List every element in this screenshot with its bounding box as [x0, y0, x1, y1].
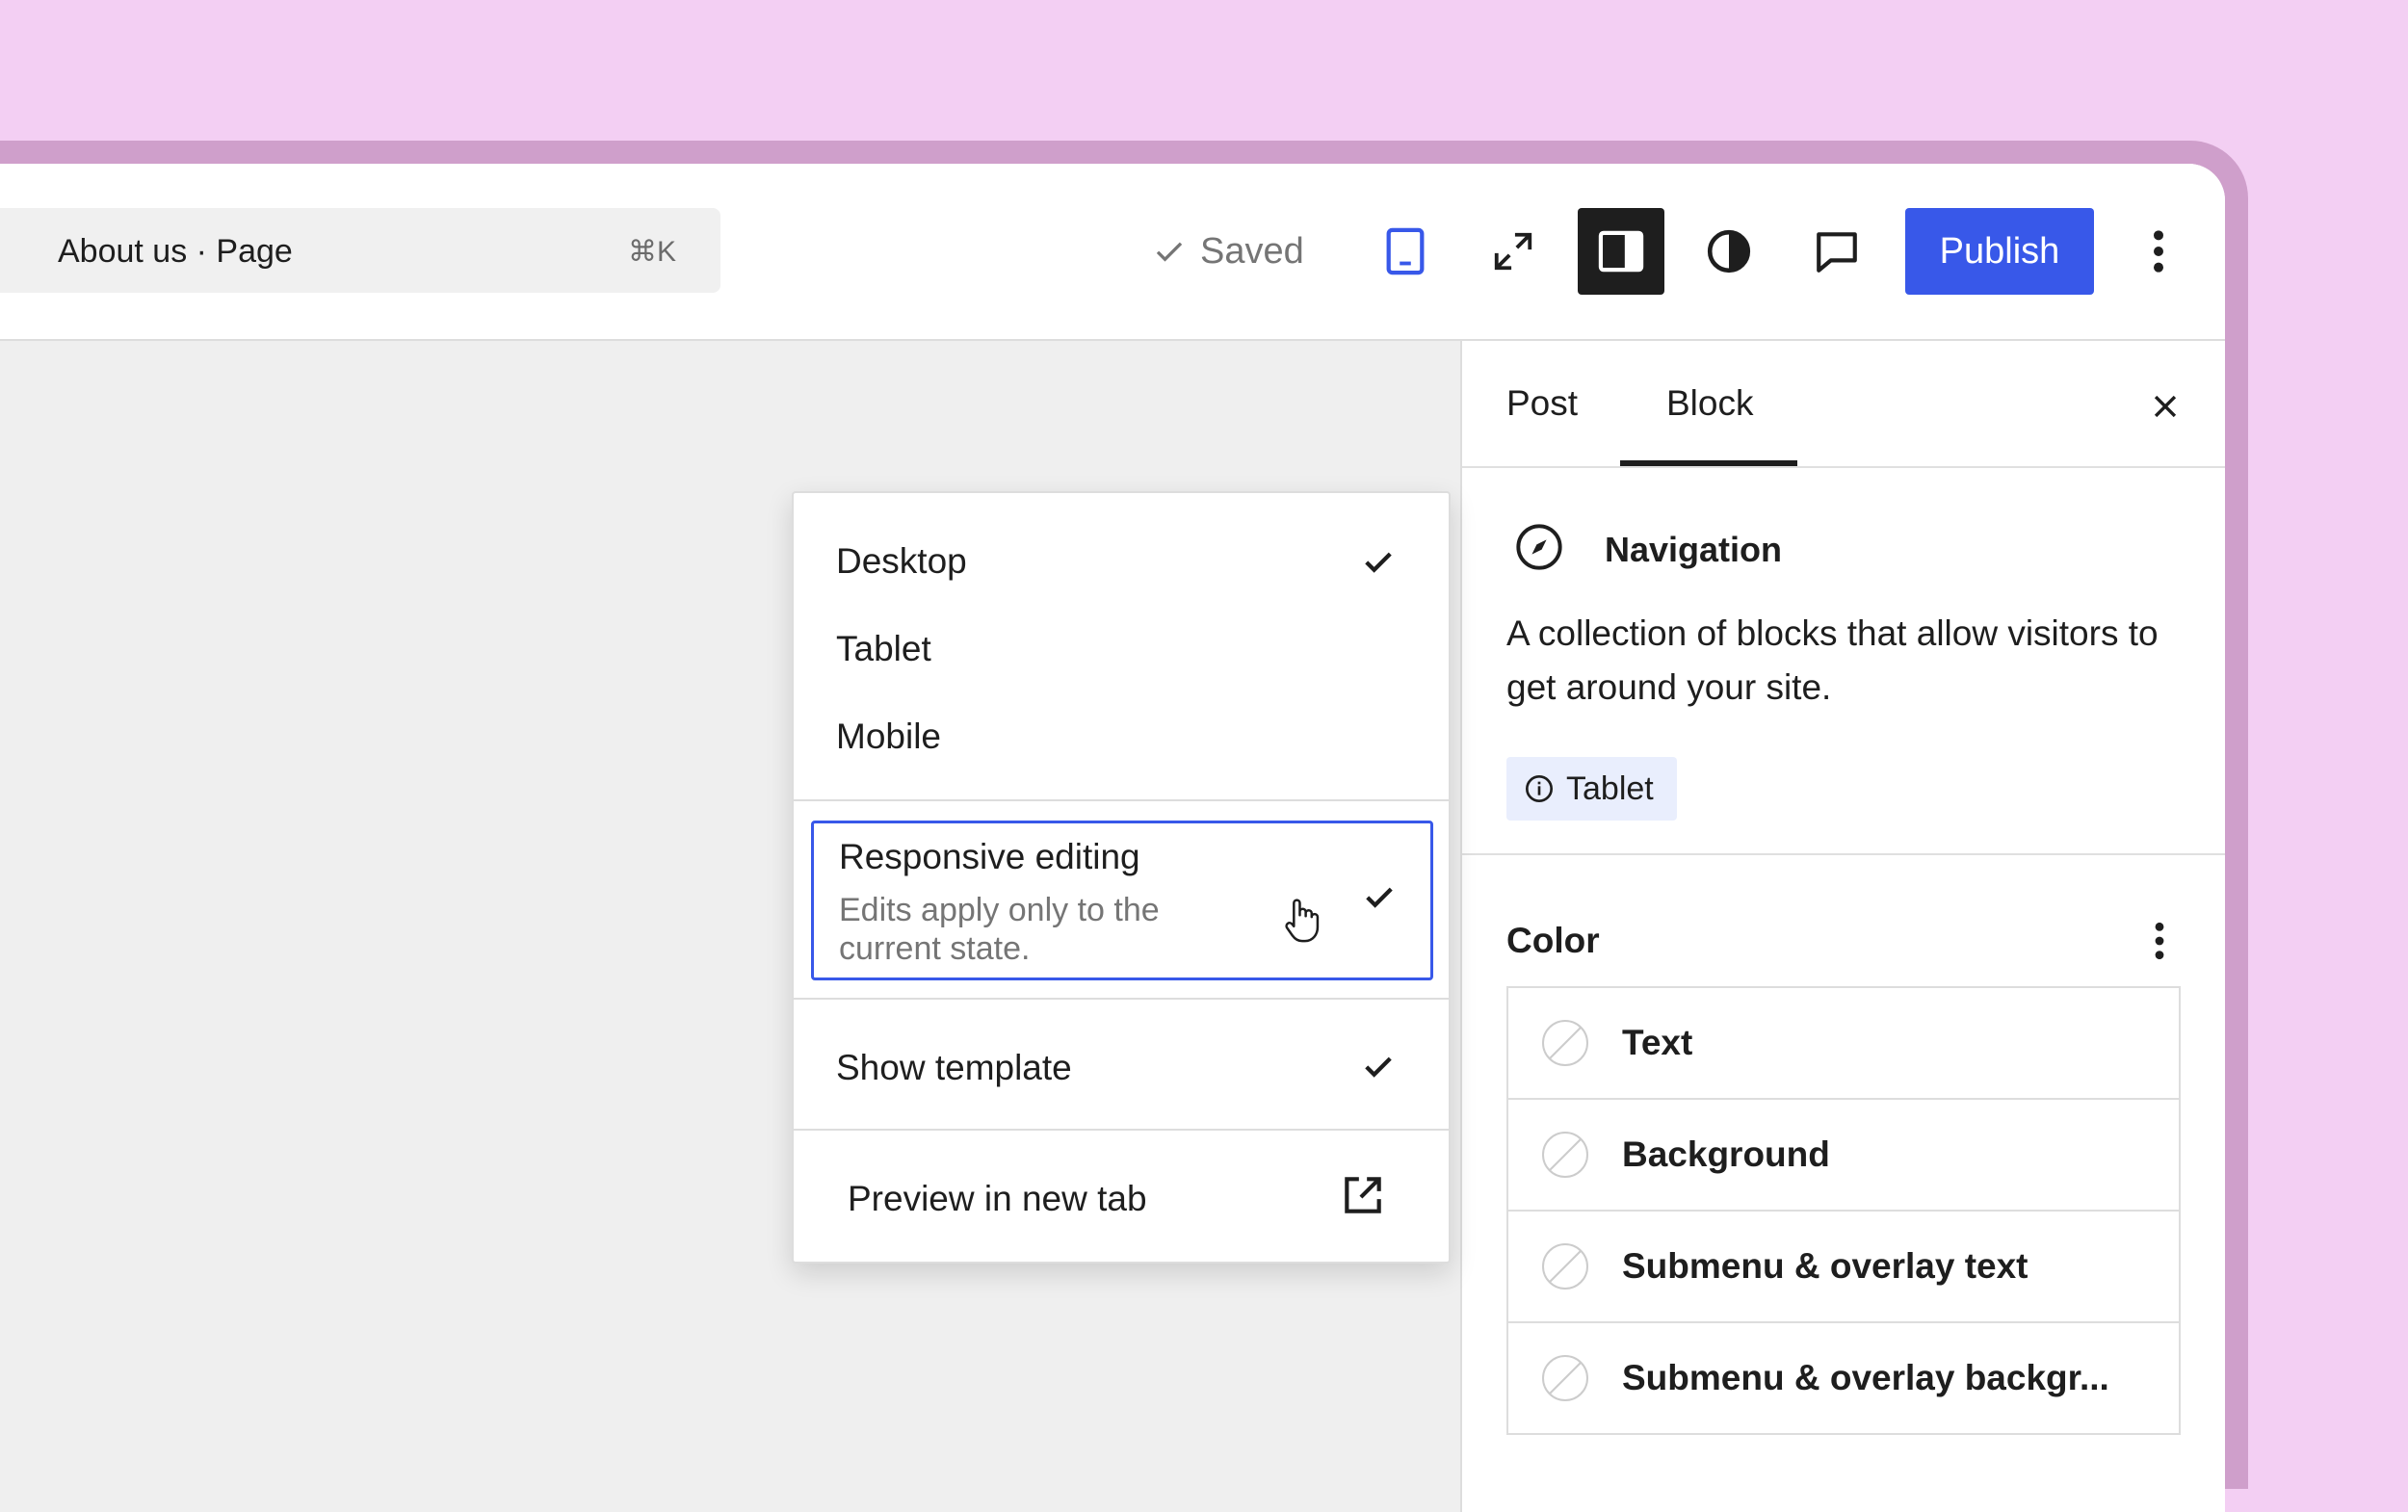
options-button[interactable] — [2119, 208, 2198, 295]
responsive-editing-label: Responsive editing — [839, 837, 1140, 876]
color-list: Text Background Submenu & overlay text S… — [1506, 986, 2181, 1435]
preview-dropdown-menu: Desktop Tablet Mobile Responsive editing… — [792, 491, 1451, 1264]
color-item-label: Background — [1622, 1134, 1830, 1174]
publish-button[interactable]: Publish — [1905, 208, 2094, 295]
menu-item-responsive-editing[interactable]: Responsive editing Edits apply only to t… — [811, 821, 1433, 980]
tab-block[interactable]: Block — [1666, 383, 1753, 424]
editor-window: About us · Page ⌘K Saved Publish Post Bl… — [0, 164, 2225, 1512]
tablet-icon — [1386, 227, 1425, 275]
menu-item-mobile[interactable]: Mobile — [836, 717, 941, 757]
saved-label: Saved — [1200, 230, 1304, 272]
command-palette-bar[interactable]: About us · Page ⌘K — [0, 208, 720, 293]
compass-icon — [1516, 524, 1562, 570]
block-description: A collection of blocks that allow visito… — [1506, 613, 2159, 707]
styles-button[interactable] — [1686, 208, 1772, 295]
color-item-background[interactable]: Background — [1508, 1100, 2179, 1212]
color-options-button[interactable] — [2131, 909, 2188, 973]
menu-divider — [794, 799, 1449, 801]
fullscreen-icon — [1494, 232, 1532, 271]
empty-swatch-icon — [1542, 1355, 1588, 1401]
close-icon — [2154, 395, 2177, 418]
saved-status: Saved — [1152, 227, 1304, 275]
block-name: Navigation — [1605, 530, 1783, 569]
menu-divider — [794, 1129, 1449, 1131]
active-tab-indicator — [1620, 460, 1797, 466]
device-badge: Tablet — [1506, 757, 1677, 821]
document-title: About us · Page — [58, 233, 293, 270]
responsive-editing-description: Edits apply only to the current state. — [839, 892, 1160, 967]
color-item-label: Submenu & overlay text — [1622, 1246, 2028, 1286]
sidebar-toggle-icon — [1598, 230, 1644, 273]
color-item-submenu-text[interactable]: Submenu & overlay text — [1508, 1212, 2179, 1323]
menu-item-desktop[interactable]: Desktop — [836, 541, 967, 582]
empty-swatch-icon — [1542, 1020, 1588, 1066]
comment-icon — [1817, 232, 1857, 273]
empty-swatch-icon — [1542, 1132, 1588, 1178]
comments-button[interactable] — [1793, 208, 1880, 295]
color-panel-title: Color — [1506, 921, 1600, 960]
color-item-submenu-background[interactable]: Submenu & overlay backgr... — [1508, 1323, 2179, 1435]
block-card: Navigation A collection of blocks that a… — [1462, 468, 2225, 855]
menu-item-show-template[interactable]: Show template — [836, 1048, 1072, 1088]
check-icon — [1365, 552, 1392, 573]
badge-label: Tablet — [1566, 769, 1654, 807]
sidebar-tabs: Post Block — [1462, 341, 2225, 468]
menu-divider — [794, 998, 1449, 1000]
more-vertical-icon — [2155, 922, 2164, 960]
check-icon — [1365, 1056, 1392, 1078]
contrast-icon — [1707, 229, 1751, 274]
empty-swatch-icon — [1542, 1243, 1588, 1290]
check-icon — [1156, 242, 1183, 262]
hand-cursor-icon — [1285, 899, 1320, 943]
shortcut-hint: ⌘K — [627, 236, 676, 268]
check-icon — [1366, 887, 1393, 908]
close-sidebar-button[interactable] — [2136, 378, 2194, 435]
info-icon — [1526, 775, 1553, 802]
menu-item-preview-new-tab[interactable]: Preview in new tab — [848, 1179, 1147, 1219]
color-item-label: Submenu & overlay backgr... — [1622, 1358, 2109, 1397]
settings-sidebar-toggle[interactable] — [1578, 208, 1664, 295]
editor-toolbar: About us · Page ⌘K Saved Publish — [0, 164, 2225, 341]
device-preview-button[interactable] — [1362, 208, 1449, 295]
menu-item-tablet[interactable]: Tablet — [836, 629, 931, 669]
external-link-icon — [1345, 1177, 1381, 1213]
more-vertical-icon — [2154, 230, 2163, 273]
tab-post[interactable]: Post — [1506, 383, 1578, 424]
color-item-label: Text — [1622, 1023, 1693, 1062]
color-item-text[interactable]: Text — [1508, 988, 2179, 1100]
settings-sidebar: Post Block Navigation A collection of bl… — [1462, 341, 2225, 1512]
zoom-out-button[interactable] — [1470, 208, 1557, 295]
